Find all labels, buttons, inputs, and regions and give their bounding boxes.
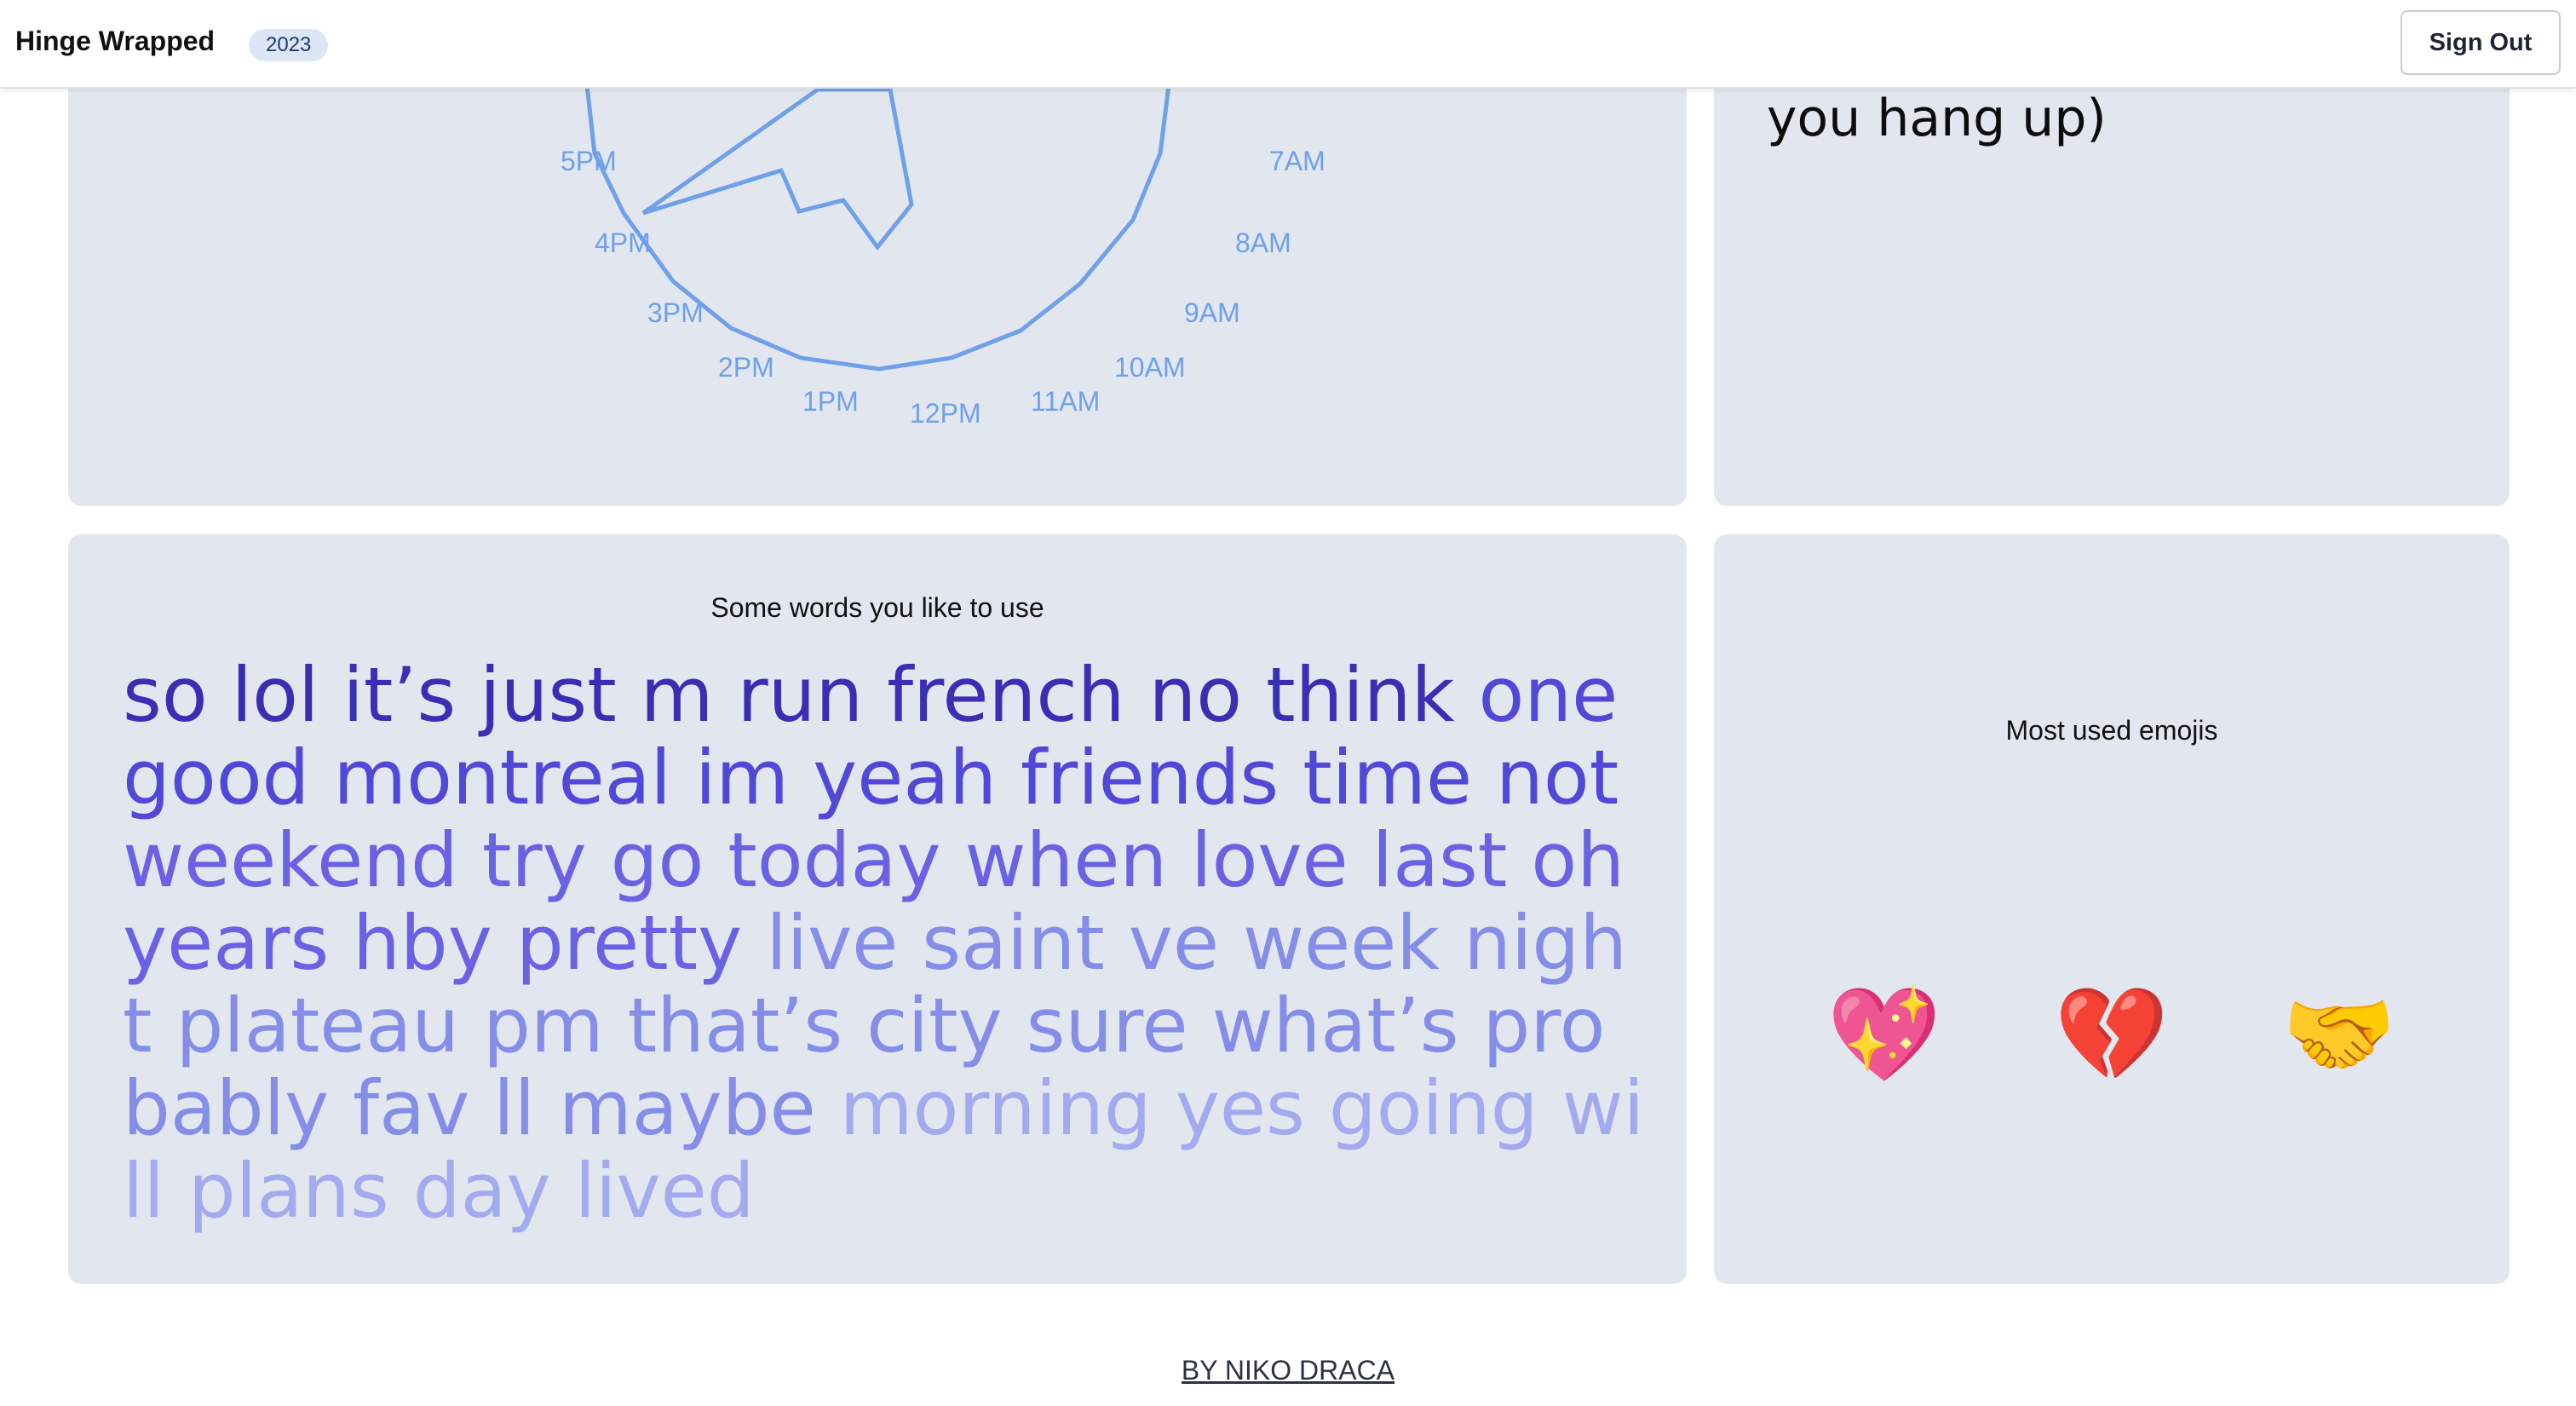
word-cloud-card: Some words you like to use so lol it’s j… [68,534,1687,1284]
cloud-word: what’s [1211,982,1459,1069]
cloud-word: years [123,899,330,987]
cloud-word: just [480,651,617,739]
cloud-word: oh [1531,816,1624,904]
cloud-word: morning [839,1064,1152,1152]
cloud-word: think [1266,651,1455,739]
hour-label: 3PM [647,297,704,328]
cloud-word: last [1371,816,1508,904]
hour-label: 12PM [910,398,981,429]
cloud-word: love [1191,816,1348,904]
emoji-card: Most used emojis [1714,534,2510,1284]
cloud-word: going [1328,1064,1538,1152]
cloud-word: try [481,816,587,904]
cloud-word: m [640,651,714,739]
cloud-word: weekend [123,816,458,904]
hour-label: 10AM [1114,352,1186,383]
cloud-word: go [610,816,704,904]
emoji-list: 💖 💔 🤝 [1714,984,2510,1086]
sign-out-button[interactable]: Sign Out [2401,10,2561,75]
app-title: Hinge Wrapped [15,26,216,56]
cloud-word: so [123,651,208,739]
cloud-word: when [964,816,1168,904]
cloud-word: maybe [559,1064,816,1152]
cloud-word: saint [922,899,1105,987]
cloud-word: plateau [175,982,460,1069]
cloud-word: yes [1175,1064,1305,1152]
cloud-word: one [1478,651,1619,739]
word-cloud: so lol it’s just m run french no think o… [123,654,1647,1232]
emoji-card-title: Most used emojis [2005,715,2218,746]
cloud-word: plans [187,1147,389,1235]
cloud-word: friends [1021,734,1279,821]
cloud-word: lived [574,1147,755,1235]
cloud-word: city [866,982,1003,1069]
cloud-word: good [123,734,310,821]
year-badge: 2023 [249,29,329,61]
hour-label: 1PM [802,386,859,417]
cloud-word: ve [1128,899,1219,987]
cloud-word: time [1302,734,1473,821]
cloud-word: pm [483,982,604,1069]
cloud-word: that’s [627,982,843,1069]
cloud-word: day [412,1147,551,1235]
hour-label: 7AM [1269,146,1325,176]
cloud-word: it’s [342,651,457,739]
cloud-word: yeah [813,734,998,821]
hour-label: 4PM [595,228,651,258]
sparkling-heart-emoji: 💖 [1826,982,1942,1088]
cloud-word: ll [493,1064,536,1152]
handshake-emoji: 🤝 [2281,982,2397,1088]
broken-heart-emoji: 💔 [2054,982,2170,1088]
top-navbar: Hinge Wrapped 2023 Sign Out [0,0,2576,89]
hour-label: 9AM [1184,297,1240,328]
cloud-word: week [1242,899,1440,987]
hour-label: 5PM [561,146,617,176]
cloud-word: sure [1026,982,1188,1069]
hour-label: 8AM [1235,228,1291,258]
cloud-word: today [727,816,941,904]
cloud-word: lol [231,651,319,739]
word-cloud-title: Some words you like to use [710,592,1044,623]
author-link[interactable]: BY NIKO DRACA [0,1355,2576,1386]
cloud-word: run [737,651,864,739]
hour-label: 11AM [1031,386,1100,417]
cloud-word: pretty [515,899,743,987]
radar-activity-polygon [641,87,914,251]
cloud-word: french [887,651,1125,739]
cloud-word: fav [353,1064,470,1152]
cloud-word: im [694,734,790,821]
cloud-word: live [766,899,899,987]
cloud-word: hby [353,899,492,987]
cloud-word: not [1496,734,1619,821]
hour-label: 2PM [718,352,774,383]
cloud-word: no [1148,651,1243,739]
cloud-word: montreal [333,734,671,821]
summary-text: you hang up) [1767,89,2107,148]
